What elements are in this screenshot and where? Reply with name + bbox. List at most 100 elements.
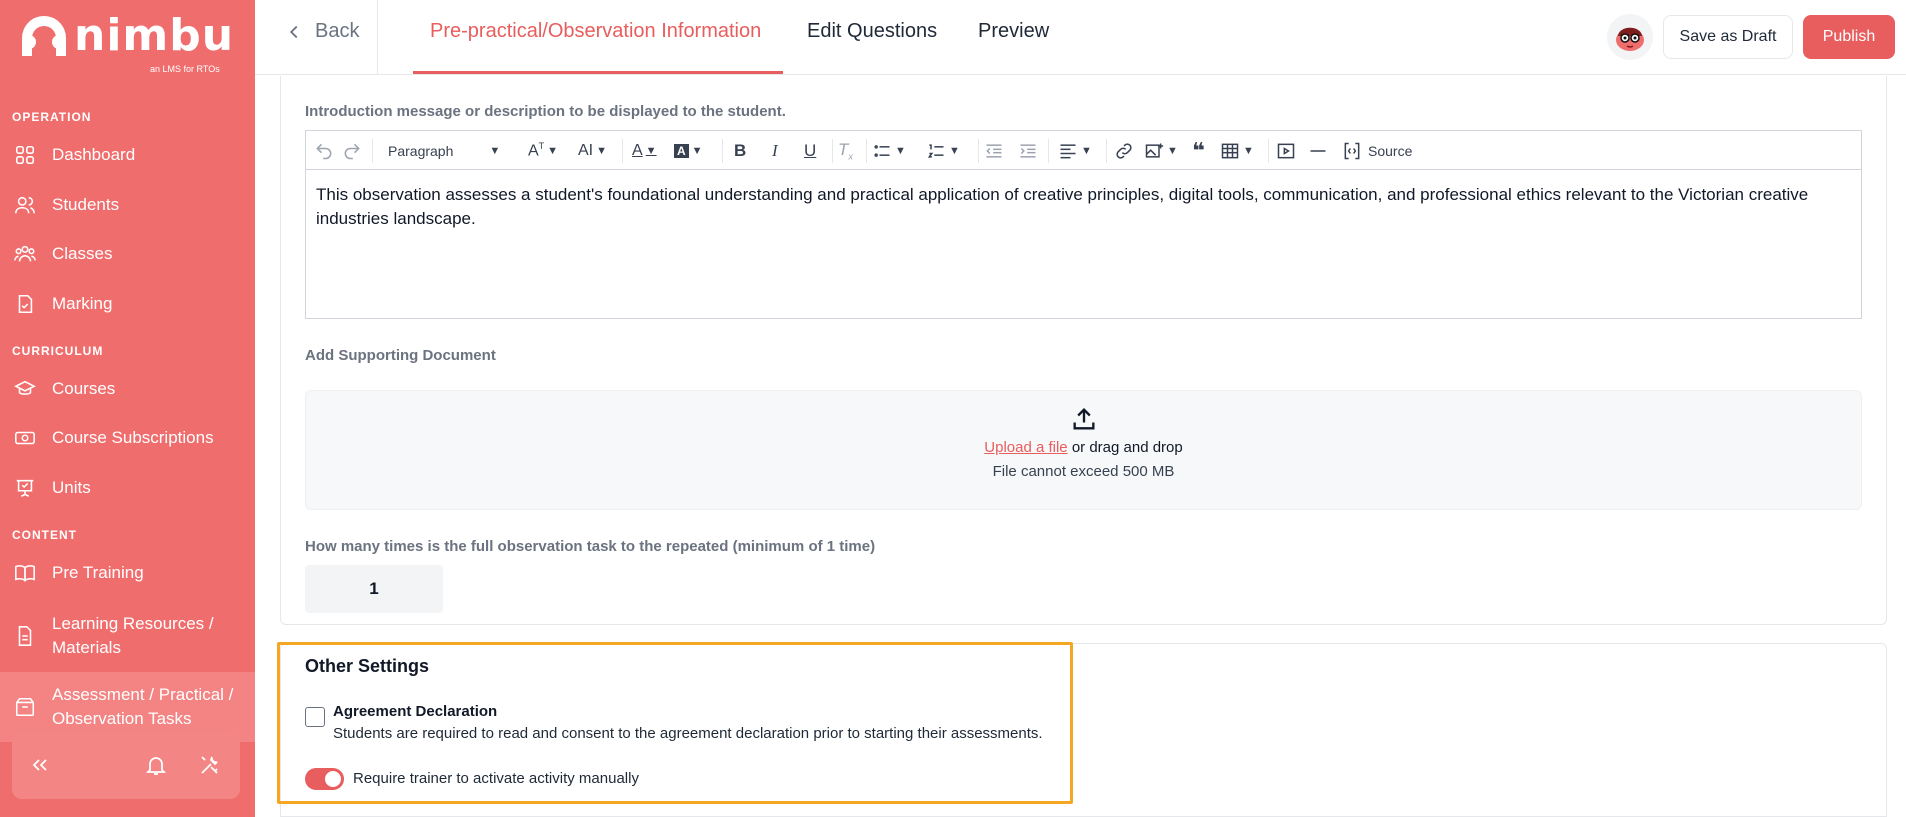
collapse-sidebar-button[interactable]	[26, 751, 54, 779]
chevron-down-icon: ▼	[1243, 145, 1254, 157]
toolbar-separator	[1106, 139, 1107, 163]
agreement-declaration-description: Students are required to read and consen…	[333, 725, 1043, 742]
sidebar-item-courses[interactable]: Courses	[0, 376, 255, 402]
tab-edit-questions[interactable]: Edit Questions	[807, 20, 937, 43]
manual-activation-toggle[interactable]	[305, 768, 344, 790]
insert-image-button[interactable]: ▼	[1144, 140, 1178, 162]
numbered-list-button[interactable]: ▼	[926, 140, 960, 162]
repeat-count-input[interactable]: 1	[305, 565, 443, 613]
bold-icon: B	[734, 141, 747, 160]
sidebar-item-dashboard[interactable]: Dashboard	[0, 142, 255, 168]
bullet-list-icon	[874, 145, 890, 157]
toolbar-separator	[722, 139, 723, 163]
numbered-list-icon	[927, 144, 944, 158]
italic-button[interactable]: I	[772, 140, 778, 162]
bullet-list-button[interactable]: ▼	[872, 140, 906, 162]
tab-preview[interactable]: Preview	[978, 20, 1049, 43]
bold-button[interactable]: B	[734, 140, 746, 162]
paragraph-style-value: Paragraph	[388, 143, 454, 159]
drag-drop-text: or drag and drop	[1067, 439, 1183, 456]
alignment-button[interactable]: ▼	[1058, 140, 1092, 162]
sidebar-footer	[12, 731, 240, 799]
underline-icon: U	[804, 141, 817, 160]
back-button[interactable]: Back	[283, 20, 359, 43]
blockquote-button[interactable]: ❝	[1192, 138, 1205, 163]
divider	[377, 0, 378, 75]
clear-format-icon: Tx	[838, 140, 853, 162]
sidebar-item-label: Assessment / Practical / Observation Tas…	[52, 685, 234, 728]
indent-button[interactable]	[1018, 140, 1038, 162]
font-size-icon: AT	[528, 141, 545, 160]
chevron-down-icon: ▼	[1081, 145, 1092, 157]
sidebar-item-units[interactable]: Units	[0, 475, 255, 501]
chevron-down-icon: ▼	[949, 145, 960, 157]
table-icon	[1221, 143, 1239, 159]
tools-icon	[201, 756, 218, 774]
sidebar-item-label: Courses	[52, 379, 116, 398]
chevrons-left-icon	[32, 759, 47, 771]
insert-table-button[interactable]: ▼	[1220, 140, 1254, 162]
horizontal-line-button[interactable]	[1308, 140, 1328, 162]
source-icon	[1344, 142, 1360, 160]
chevron-down-icon: ▼	[596, 145, 608, 157]
insert-media-button[interactable]	[1276, 140, 1296, 162]
publish-button[interactable]: Publish	[1803, 15, 1895, 59]
file-size-note: File cannot exceed 500 MB	[992, 463, 1175, 480]
group-icon	[14, 243, 36, 265]
sidebar-item-label: Learning Resources / Materials	[52, 614, 214, 657]
highlight-color-button[interactable]: A ▼	[674, 140, 703, 162]
redo-button[interactable]	[342, 140, 362, 162]
editor-content[interactable]: This observation assesses a student's fo…	[316, 183, 1846, 231]
other-settings-title: Other Settings	[305, 656, 430, 676]
chevron-down-icon: ▼	[547, 145, 559, 157]
sidebar-item-students[interactable]: Students	[0, 192, 255, 218]
sidebar-item-label: Classes	[52, 244, 113, 263]
sidebar-item-classes[interactable]: Classes	[0, 241, 255, 267]
file-dropzone[interactable]: Upload a file or drag and drop File cann…	[305, 390, 1862, 510]
top-bar: Back Pre-practical/Observation Informati…	[255, 0, 1906, 75]
font-size-button[interactable]: AT ▼	[528, 140, 558, 162]
font-family-button[interactable]: AI ▼	[578, 140, 607, 162]
chevron-down-icon: ▼	[895, 145, 906, 157]
sidebar-item-label: Units	[52, 478, 91, 497]
intro-message-label: Introduction message or description to b…	[305, 103, 786, 120]
user-avatar-icon	[1616, 27, 1644, 51]
grid-icon	[14, 144, 36, 166]
image-icon	[1145, 143, 1164, 158]
sidebar-item-marking[interactable]: Marking	[0, 291, 255, 317]
notifications-button[interactable]	[142, 751, 170, 779]
logo-subtitle: an LMS for RTOs	[150, 64, 220, 74]
tab-pre-practical-information[interactable]: Pre-practical/Observation Information	[430, 20, 761, 43]
sidebar-item-learning-resources[interactable]: Learning Resources / Materials	[0, 610, 255, 662]
save-as-draft-button[interactable]: Save as Draft	[1663, 15, 1793, 59]
sidebar-item-course-subscriptions[interactable]: Course Subscriptions	[0, 425, 255, 451]
sidebar-item-label: Marking	[52, 294, 113, 313]
logo[interactable]: nimbu	[14, 12, 234, 58]
toolbar-separator	[622, 139, 623, 163]
insert-link-button[interactable]	[1114, 140, 1134, 162]
avatar[interactable]	[1607, 14, 1653, 60]
clear-format-button[interactable]: Tx	[838, 140, 853, 162]
undo-button[interactable]	[314, 140, 334, 162]
sidebar-item-label: Dashboard	[52, 145, 136, 164]
highlight-color-icon: A	[674, 144, 689, 158]
source-button[interactable]: Source	[1342, 140, 1412, 162]
repeat-count-label: How many times is the full observation t…	[305, 538, 876, 555]
section-title-content: CONTENT	[12, 528, 77, 542]
font-family-icon: AI	[578, 142, 594, 159]
logo-text: nimbu	[74, 10, 235, 61]
settings-button[interactable]	[196, 751, 224, 779]
sidebar-item-pre-training[interactable]: Pre Training	[0, 560, 255, 586]
italic-icon: I	[772, 141, 778, 160]
paragraph-style-select[interactable]: Paragraph ▼	[388, 140, 518, 162]
font-color-button[interactable]: A ▼	[632, 140, 657, 162]
supporting-document-label: Add Supporting Document	[305, 347, 496, 364]
toolbar-separator	[372, 139, 373, 163]
chevron-down-icon: ▼	[691, 145, 703, 157]
outdent-button[interactable]	[984, 140, 1004, 162]
font-color-icon: A	[632, 142, 643, 159]
upload-file-link[interactable]: Upload a file	[984, 439, 1067, 456]
underline-button[interactable]: U	[804, 140, 816, 162]
agreement-declaration-checkbox[interactable]	[305, 707, 325, 727]
bell-icon	[145, 757, 167, 775]
